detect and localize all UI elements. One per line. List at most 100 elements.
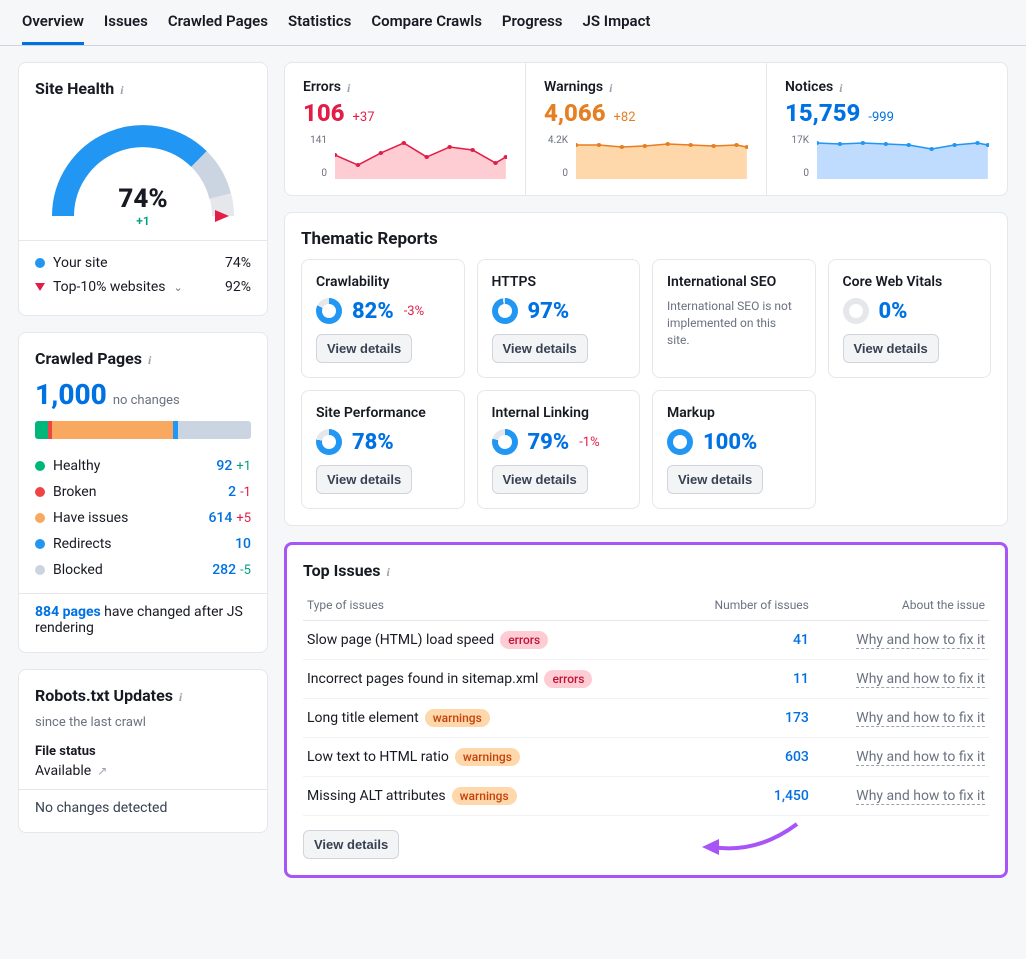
info-icon[interactable]: i bbox=[609, 81, 621, 93]
metric-delta: -999 bbox=[868, 110, 894, 125]
crawl-count: 614 bbox=[200, 510, 232, 526]
external-link-icon[interactable]: ↗ bbox=[97, 764, 107, 778]
issue-badge: warnings bbox=[455, 748, 520, 766]
thematic-card-title: International SEO bbox=[667, 274, 801, 290]
issue-badge: errors bbox=[500, 631, 548, 649]
issue-count: 41 bbox=[681, 621, 813, 660]
tab-js-impact[interactable]: JS Impact bbox=[583, 12, 651, 45]
thematic-card: International SEOInternational SEO is no… bbox=[652, 259, 816, 378]
axis-top: 4.2K bbox=[544, 135, 568, 146]
issue-row[interactable]: Missing ALT attributeswarnings1,450Why a… bbox=[303, 777, 989, 816]
crawl-label: Blocked bbox=[53, 562, 103, 578]
metric-value: 15,759 bbox=[785, 99, 860, 127]
view-details-button[interactable]: View details bbox=[492, 334, 588, 363]
thematic-card-title: Core Web Vitals bbox=[843, 274, 977, 290]
thematic-title: Thematic Reports bbox=[301, 229, 991, 249]
crawl-row[interactable]: Healthy92+1 bbox=[35, 453, 251, 479]
stack-segment bbox=[35, 421, 48, 439]
chevron-down-icon[interactable]: ⌄ bbox=[174, 281, 183, 294]
donut-icon bbox=[316, 429, 342, 455]
thematic-card-title: Site Performance bbox=[316, 405, 450, 421]
tab-crawled-pages[interactable]: Crawled Pages bbox=[168, 12, 268, 45]
fix-link[interactable]: Why and how to fix it bbox=[856, 749, 985, 766]
crawl-row[interactable]: Have issues614+5 bbox=[35, 505, 251, 531]
tab-statistics[interactable]: Statistics bbox=[288, 12, 351, 45]
donut-icon bbox=[492, 429, 518, 455]
top-issues-card: Top Issuesi Type of issues Number of iss… bbox=[284, 542, 1008, 878]
thematic-card: Markup100%View details bbox=[652, 390, 816, 509]
crawled-pages-card: Crawled Pagesi 1,000 no changes Healthy9… bbox=[18, 332, 268, 653]
tab-compare-crawls[interactable]: Compare Crawls bbox=[371, 12, 482, 45]
issue-row[interactable]: Low text to HTML ratiowarnings603Why and… bbox=[303, 738, 989, 777]
crawl-count: 10 bbox=[219, 536, 251, 552]
top-issues-title: Top Issues bbox=[303, 561, 381, 580]
thematic-card-title: HTTPS bbox=[492, 274, 626, 290]
stack-segment bbox=[52, 421, 173, 439]
metric-title: Warnings bbox=[544, 79, 603, 95]
annotation-arrow-icon bbox=[697, 819, 807, 859]
donut-icon bbox=[492, 298, 518, 324]
axis-bot: 0 bbox=[303, 168, 327, 179]
fix-link[interactable]: Why and how to fix it bbox=[856, 671, 985, 688]
info-icon[interactable]: i bbox=[179, 690, 191, 702]
thematic-pct: 82% bbox=[352, 299, 394, 324]
status-dot-icon bbox=[35, 539, 45, 549]
tab-progress[interactable]: Progress bbox=[502, 12, 563, 45]
metric-title: Notices bbox=[785, 79, 833, 95]
issue-badge: warnings bbox=[452, 787, 517, 805]
info-icon[interactable]: i bbox=[839, 81, 851, 93]
axis-bot: 0 bbox=[544, 168, 568, 179]
fix-link[interactable]: Why and how to fix it bbox=[856, 632, 985, 649]
main-tabs: Overview Issues Crawled Pages Statistics Com… bbox=[0, 0, 1026, 46]
crawl-label: Healthy bbox=[53, 458, 100, 474]
status-dot-icon bbox=[35, 565, 45, 575]
crawl-row[interactable]: Broken2-1 bbox=[35, 479, 251, 505]
view-details-button[interactable]: View details bbox=[843, 334, 939, 363]
sparkline-chart bbox=[817, 135, 989, 179]
thematic-delta: -1% bbox=[579, 435, 599, 450]
view-details-button[interactable]: View details bbox=[492, 465, 588, 494]
metric-errors[interactable]: Errorsi 106+37 1410 bbox=[285, 63, 526, 195]
view-details-button[interactable]: View details bbox=[667, 465, 763, 494]
thematic-pct: 100% bbox=[703, 430, 757, 455]
tab-overview[interactable]: Overview bbox=[22, 12, 84, 45]
crawl-delta: -1 bbox=[240, 485, 251, 500]
status-dot-icon bbox=[35, 487, 45, 497]
metric-notices[interactable]: Noticesi 15,759-999 17K0 bbox=[767, 63, 1007, 195]
issue-badge: errors bbox=[544, 670, 592, 688]
issue-row[interactable]: Slow page (HTML) load speederrors41Why a… bbox=[303, 621, 989, 660]
metric-value: 4,066 bbox=[544, 99, 606, 127]
view-details-button[interactable]: View details bbox=[303, 830, 399, 859]
legend-value: 74% bbox=[225, 255, 251, 271]
fix-link[interactable]: Why and how to fix it bbox=[856, 710, 985, 727]
issue-name: Incorrect pages found in sitemap.xml bbox=[307, 671, 538, 687]
issue-row[interactable]: Incorrect pages found in sitemap.xml erro… bbox=[303, 660, 989, 699]
view-details-button[interactable]: View details bbox=[316, 334, 412, 363]
sparkline-chart bbox=[576, 135, 748, 179]
donut-icon bbox=[316, 298, 342, 324]
axis-bot: 0 bbox=[785, 168, 809, 179]
info-icon[interactable]: i bbox=[120, 83, 132, 95]
crawl-label: Redirects bbox=[53, 536, 112, 552]
view-details-button[interactable]: View details bbox=[316, 465, 412, 494]
tab-issues[interactable]: Issues bbox=[104, 12, 148, 45]
gauge-percent: 74% bbox=[118, 184, 167, 214]
thematic-card: Crawlability82%-3%View details bbox=[301, 259, 465, 378]
issue-count: 1,450 bbox=[681, 777, 813, 816]
info-icon[interactable]: i bbox=[347, 81, 359, 93]
metric-warnings[interactable]: Warningsi 4,066+82 4.2K0 bbox=[526, 63, 767, 195]
robots-subtitle: since the last crawl bbox=[35, 715, 251, 730]
fix-link[interactable]: Why and how to fix it bbox=[856, 788, 985, 805]
crawl-delta: +1 bbox=[236, 459, 251, 474]
sparkline-chart bbox=[335, 135, 507, 179]
issue-row[interactable]: Long title elementwarnings173Why and how… bbox=[303, 699, 989, 738]
axis-top: 141 bbox=[303, 135, 327, 146]
js-rendering-link[interactable]: 884 pages bbox=[35, 604, 101, 620]
info-icon[interactable]: i bbox=[387, 565, 399, 577]
legend-label: Top-10% websites bbox=[53, 279, 166, 295]
crawled-pages-title: Crawled Pages bbox=[35, 349, 142, 368]
info-icon[interactable]: i bbox=[148, 353, 160, 365]
crawl-row[interactable]: Redirects 10 bbox=[35, 531, 251, 557]
metric-title: Errors bbox=[303, 79, 341, 95]
crawl-row[interactable]: Blocked282-5 bbox=[35, 557, 251, 583]
